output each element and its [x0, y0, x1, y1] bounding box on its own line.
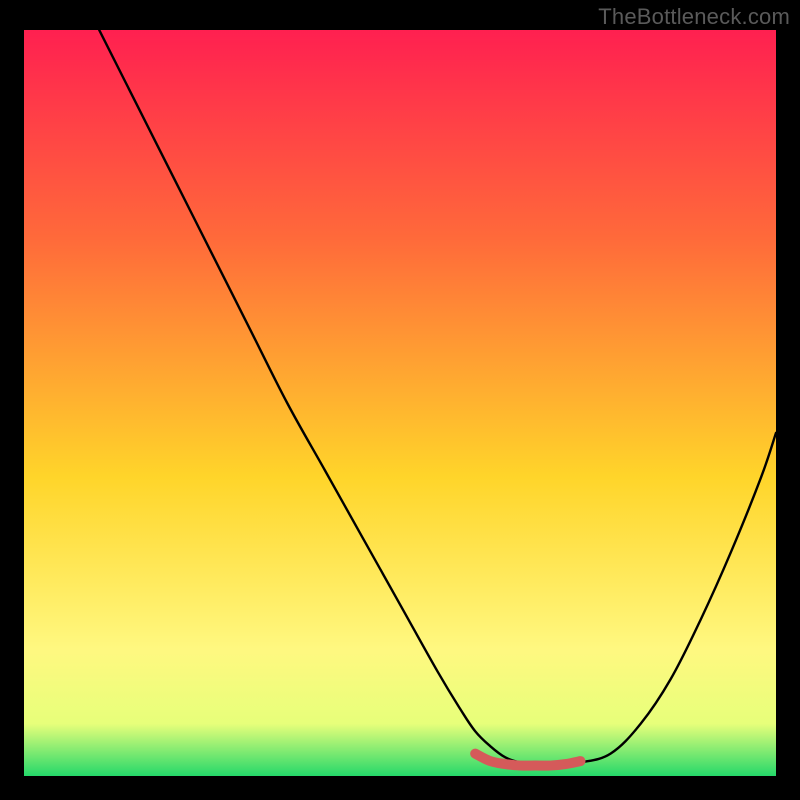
gradient-background: [24, 30, 776, 776]
bottleneck-chart: [24, 30, 776, 776]
plot-area: [24, 30, 776, 776]
watermark-text: TheBottleneck.com: [598, 4, 790, 30]
chart-frame: TheBottleneck.com: [0, 0, 800, 800]
